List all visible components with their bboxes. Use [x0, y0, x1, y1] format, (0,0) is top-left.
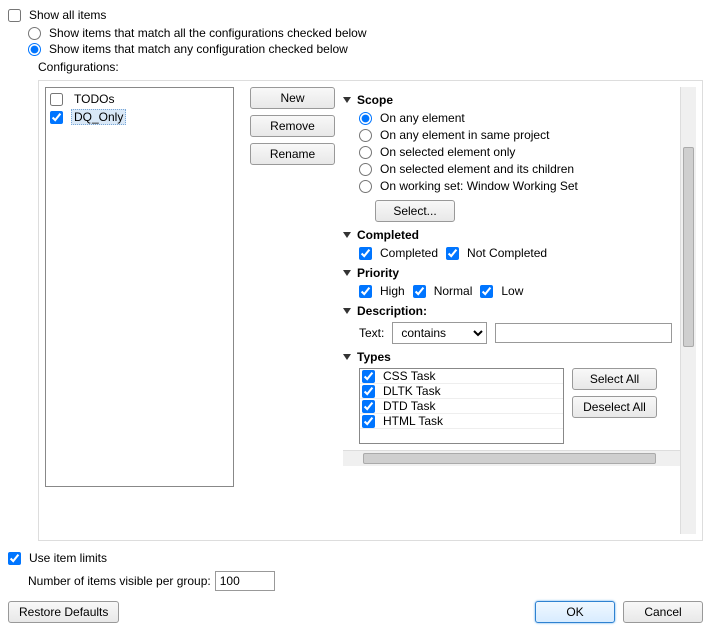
chevron-down-icon	[343, 354, 351, 360]
type-item-label: DLTK Task	[383, 384, 441, 398]
priority-high-label: High	[380, 284, 405, 298]
scope-header[interactable]: Scope	[343, 93, 672, 107]
scope-any-project-radio[interactable]	[359, 129, 372, 142]
deselect-all-button[interactable]: Deselect All	[572, 396, 657, 418]
match-all-radio[interactable]	[28, 27, 41, 40]
type-item[interactable]: HTML Task	[360, 414, 563, 429]
use-item-limits-checkbox[interactable]	[8, 552, 21, 565]
config-item-label: DQ_Only	[71, 109, 126, 125]
show-all-items-label: Show all items	[29, 8, 106, 22]
configurations-list[interactable]: TODOs DQ_Only	[45, 87, 234, 487]
scope-any-label: On any element	[380, 111, 465, 125]
scope-selected-label: On selected element only	[380, 145, 515, 159]
chevron-down-icon	[343, 270, 351, 276]
configurations-label: Configurations:	[8, 60, 703, 74]
chevron-down-icon	[343, 232, 351, 238]
restore-defaults-button[interactable]: Restore Defaults	[8, 601, 119, 623]
config-item[interactable]: DQ_Only	[48, 108, 231, 126]
type-item-checkbox[interactable]	[362, 400, 375, 413]
select-all-button[interactable]: Select All	[572, 368, 657, 390]
match-all-label: Show items that match all the configurat…	[49, 26, 367, 40]
completed-header[interactable]: Completed	[343, 228, 672, 242]
show-all-items-checkbox[interactable]	[8, 9, 21, 22]
scope-working-set-label: On working set: Window Working Set	[380, 179, 578, 193]
priority-header[interactable]: Priority	[343, 266, 672, 280]
not-completed-label: Not Completed	[467, 246, 547, 260]
scope-selected-radio[interactable]	[359, 146, 372, 159]
scope-any-project-label: On any element in same project	[380, 128, 549, 142]
type-item-checkbox[interactable]	[362, 415, 375, 428]
select-working-set-button[interactable]: Select...	[375, 200, 455, 222]
match-any-label: Show items that match any configuration …	[49, 42, 348, 56]
num-items-label: Number of items visible per group:	[28, 574, 211, 588]
type-item-checkbox[interactable]	[362, 385, 375, 398]
types-list[interactable]: CSS Task DLTK Task DTD Task HTML Task	[359, 368, 564, 444]
ok-button[interactable]: OK	[535, 601, 615, 623]
chevron-down-icon	[343, 97, 351, 103]
type-item[interactable]: CSS Task	[360, 369, 563, 384]
type-item[interactable]: DLTK Task	[360, 384, 563, 399]
scope-selected-children-radio[interactable]	[359, 163, 372, 176]
type-item-label: DTD Task	[383, 399, 435, 413]
cancel-button[interactable]: Cancel	[623, 601, 703, 623]
chevron-down-icon	[343, 308, 351, 314]
config-item[interactable]: TODOs	[48, 90, 231, 108]
config-item-checkbox[interactable]	[50, 93, 63, 106]
description-operator-select[interactable]: contains	[392, 322, 487, 344]
description-text-input[interactable]	[495, 323, 672, 343]
completed-label: Completed	[380, 246, 438, 260]
scope-selected-children-label: On selected element and its children	[380, 162, 574, 176]
new-button[interactable]: New	[250, 87, 335, 109]
description-header[interactable]: Description:	[343, 304, 672, 318]
horizontal-scrollbar[interactable]	[343, 450, 696, 466]
num-items-input[interactable]	[215, 571, 275, 591]
remove-button[interactable]: Remove	[250, 115, 335, 137]
type-item-label: CSS Task	[383, 369, 435, 383]
rename-button[interactable]: Rename	[250, 143, 335, 165]
scope-any-radio[interactable]	[359, 112, 372, 125]
use-item-limits-label: Use item limits	[29, 551, 107, 565]
priority-low-label: Low	[501, 284, 523, 298]
type-item-checkbox[interactable]	[362, 370, 375, 383]
config-item-label: TODOs	[71, 91, 117, 107]
description-text-label: Text:	[359, 326, 384, 340]
details-panel: Scope On any element On any element in s…	[343, 87, 696, 534]
priority-normal-label: Normal	[434, 284, 473, 298]
not-completed-checkbox[interactable]	[446, 247, 459, 260]
match-any-radio[interactable]	[28, 43, 41, 56]
vertical-scrollbar[interactable]	[680, 87, 696, 534]
completed-checkbox[interactable]	[359, 247, 372, 260]
configurations-panel: TODOs DQ_Only New Remove Rename Scope	[38, 80, 703, 541]
type-item-label: HTML Task	[383, 414, 443, 428]
type-item[interactable]: DTD Task	[360, 399, 563, 414]
priority-high-checkbox[interactable]	[359, 285, 372, 298]
priority-low-checkbox[interactable]	[480, 285, 493, 298]
types-header[interactable]: Types	[343, 350, 672, 364]
config-item-checkbox[interactable]	[50, 111, 63, 124]
scope-working-set-radio[interactable]	[359, 180, 372, 193]
priority-normal-checkbox[interactable]	[413, 285, 426, 298]
